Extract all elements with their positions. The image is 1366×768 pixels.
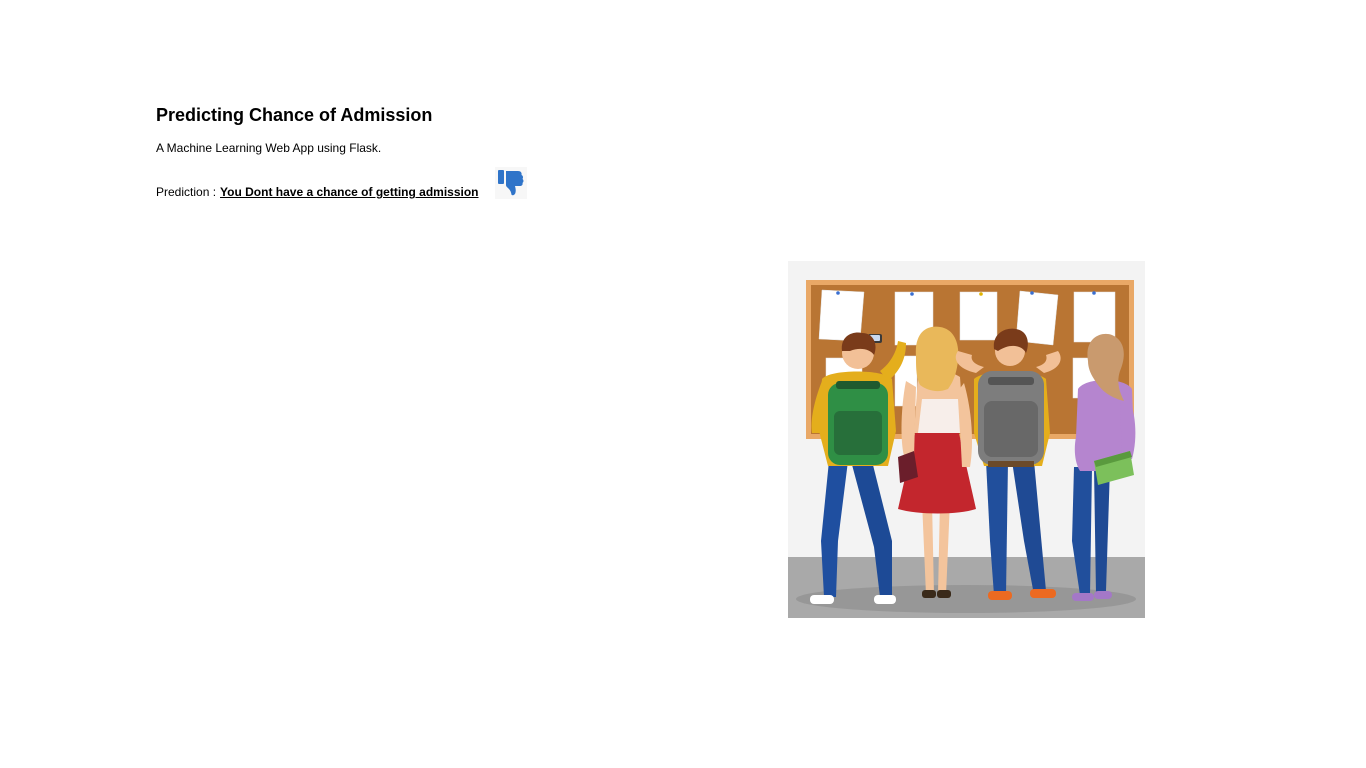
thumbs-down-icon <box>494 167 527 199</box>
students-at-notice-board-image <box>788 261 1145 618</box>
page-header: Predicting Chance of Admission A Machine… <box>156 102 432 156</box>
prediction-label: Prediction : <box>156 185 217 199</box>
prediction-row: Prediction : You Dont have a chance of g… <box>156 166 527 200</box>
page-title: Predicting Chance of Admission <box>156 105 433 125</box>
prediction-result: You Dont have a chance of getting admiss… <box>220 185 479 199</box>
page-subtitle: A Machine Learning Web App using Flask. <box>156 141 382 155</box>
